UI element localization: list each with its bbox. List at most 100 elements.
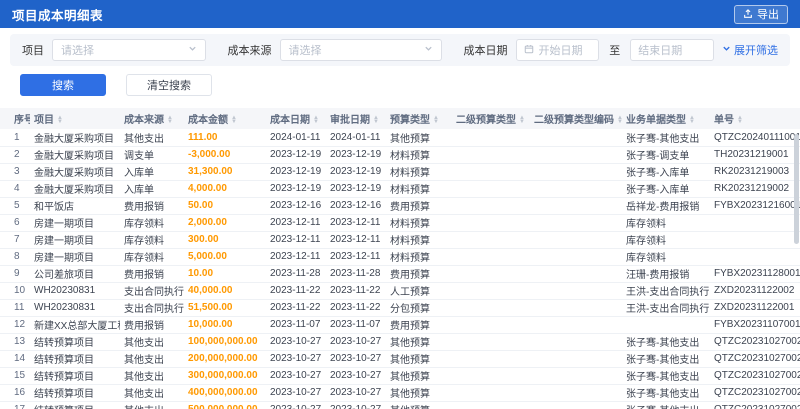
table-cell: 张子骞-其他支出 xyxy=(622,129,710,147)
clear-search-button[interactable]: 清空搜索 xyxy=(126,74,212,96)
sort-icon[interactable]: ▲ ▼ xyxy=(689,115,695,125)
table-header-row: 序号 项目 ▲ ▼ 成本来源 ▲ ▼ 成本金额 ▲ ▼ 成本日期 ▲ ▼ 审批日期 ▲ ▼ 预算类型 ▲ ▼ 二级预算… xyxy=(0,108,800,129)
table-row[interactable]: 12新建XX总部大厦工程二期费用报销10,000.002023-11-07202… xyxy=(0,316,800,334)
table-cell xyxy=(530,350,622,368)
search-button[interactable]: 搜索 xyxy=(20,74,106,96)
chevron-down-icon xyxy=(722,44,731,56)
table-cell: 分包预算 xyxy=(386,299,452,317)
column-header-9[interactable]: 业务单据类型 ▲ ▼ xyxy=(622,108,710,129)
sort-icon[interactable]: ▲ ▼ xyxy=(313,115,319,125)
table-row[interactable]: 14 结转预算项目 其他支出 200,000,000.00 2023-10-27 2023… xyxy=(0,350,800,368)
table-row[interactable]: 2 金融大厦采购项目 调支单 -3,000.00 2023-12-19 2023-12-1… xyxy=(0,146,800,164)
vertical-scrollbar[interactable] xyxy=(794,134,799,244)
table-cell xyxy=(530,316,622,334)
table-row[interactable]: 1 金融大厦采购项目 其他支出 111.00 2024-01-11 2024-01-11 其… xyxy=(0,129,800,147)
table-cell: 2,000.00 xyxy=(184,214,266,232)
calendar-icon xyxy=(524,44,534,57)
table-cell: 2023-12-19 xyxy=(266,163,326,181)
table-cell xyxy=(452,163,530,181)
table-row[interactable]: 13 结转预算项目 其他支出 100,000,000.00 2023-10-27 2023… xyxy=(0,333,800,351)
cost-source-select[interactable]: 请选择 xyxy=(279,39,442,61)
table-cell xyxy=(530,248,622,266)
table-cell: 31,300.00 xyxy=(184,163,266,181)
table-cell: 金融大厦采购项目 xyxy=(30,129,120,147)
table-cell xyxy=(452,367,530,385)
table-cell: 2023-12-16 xyxy=(326,197,386,215)
column-header-3[interactable]: 成本金额 ▲ ▼ xyxy=(184,108,266,129)
sort-icon[interactable]: ▲ ▼ xyxy=(433,115,439,125)
table-cell: 2023-10-27 xyxy=(266,350,326,368)
table-cell: 5,000.00 xyxy=(184,248,266,266)
table-cell xyxy=(530,282,622,300)
table-cell: 汪珊-费用报销 xyxy=(622,265,710,283)
column-header-10[interactable]: 单号 ▲ ▼ xyxy=(710,108,800,129)
table-row[interactable]: 6 房建一期项目 库存领料 2,000.00 2023-12-11 2023-12-11 材… xyxy=(0,214,800,232)
project-select[interactable]: 请选择 xyxy=(52,39,206,61)
table-row[interactable]: 11 WH20230831 支出合同执行 51,500.00 2023-11-22 202… xyxy=(0,299,800,317)
column-header-label: 二级预算类型编码 xyxy=(534,115,614,126)
table-cell: 其他预算 xyxy=(386,367,452,385)
sort-icon[interactable]: ▲ ▼ xyxy=(231,115,237,125)
table-row[interactable]: 4 金融大厦采购项目 入库单 4,000.00 2023-12-19 2023-12-19… xyxy=(0,180,800,198)
sort-icon[interactable]: ▲ ▼ xyxy=(373,115,379,125)
table-cell xyxy=(530,163,622,181)
table-cell: 2023-12-19 xyxy=(326,180,386,198)
column-header-4[interactable]: 成本日期 ▲ ▼ xyxy=(266,108,326,129)
sort-icon[interactable]: ▲ ▼ xyxy=(737,115,743,125)
table-cell: 其他预算 xyxy=(386,333,452,351)
table-cell: 40,000.00 xyxy=(184,282,266,300)
table-cell: 张子骞-调支单 xyxy=(622,146,710,164)
expand-filters-link[interactable]: 展开筛选 xyxy=(722,42,778,58)
table-row[interactable]: 3 金融大厦采购项目 入库单 31,300.00 2023-12-19 2023-12-1… xyxy=(0,163,800,181)
table-row[interactable]: 5 和平饭店 费用报销 50.00 2023-12-16 2023-12-16 费用预算 岳祥… xyxy=(0,197,800,215)
table-cell: 8 xyxy=(0,248,30,266)
export-button[interactable]: 导出 xyxy=(734,4,788,24)
table-cell: WH20230831 xyxy=(30,299,120,317)
table-cell: 其他支出 xyxy=(120,350,184,368)
start-date-input[interactable]: 开始日期 xyxy=(515,39,600,61)
chevron-down-icon xyxy=(424,44,433,56)
table-row[interactable]: 10 WH20230831 支出合同执行 40,000.00 2023-11-22 202… xyxy=(0,282,800,300)
table-cell: 2023-12-19 xyxy=(326,163,386,181)
table-cell: QTZC20231027002 xyxy=(710,350,800,368)
table-cell: 2023-11-22 xyxy=(266,299,326,317)
table-cell xyxy=(530,146,622,164)
table-cell: 费用报销 xyxy=(120,316,184,334)
table-cell: 17 xyxy=(0,401,30,409)
table-cell xyxy=(530,129,622,147)
sort-icon[interactable]: ▲ ▼ xyxy=(519,115,525,125)
table-row[interactable]: 7 房建一期项目 库存领料 300.00 2023-12-11 2023-12-11 材料预… xyxy=(0,231,800,249)
table-cell: QTZC20240111001 xyxy=(710,129,800,147)
table-cell: 房建一期项目 xyxy=(30,231,120,249)
sort-icon[interactable]: ▲ ▼ xyxy=(167,115,173,125)
table-cell xyxy=(530,231,622,249)
table-cell: 300,000,000.00 xyxy=(184,367,266,385)
column-header-8[interactable]: 二级预算类型编码 ▲ ▼ xyxy=(530,108,622,129)
table-cell: 2023-11-22 xyxy=(326,299,386,317)
table-cell: QTZC20231027002 xyxy=(710,384,800,402)
table-row[interactable]: 16 结转预算项目 其他支出 400,000,000.00 2023-10-27 2023… xyxy=(0,384,800,402)
column-header-7[interactable]: 二级预算类型 ▲ ▼ xyxy=(452,108,530,129)
table-cell: 2023-12-11 xyxy=(266,231,326,249)
source-filter-label: 成本来源 xyxy=(227,45,272,57)
table-cell: 200,000,000.00 xyxy=(184,350,266,368)
table-cell: 2023-10-27 xyxy=(326,350,386,368)
table-row[interactable]: 17结转预算项目其他支出500,000,000.002023-10-272023… xyxy=(0,401,800,409)
table-row[interactable]: 8 房建一期项目 库存领料 5,000.00 2023-12-11 2023-12-11 材… xyxy=(0,248,800,266)
sort-icon[interactable]: ▲ ▼ xyxy=(57,115,63,125)
table-row[interactable]: 15 结转预算项目 其他支出 300,000,000.00 2023-10-27 2023… xyxy=(0,367,800,385)
column-header-2[interactable]: 成本来源 ▲ ▼ xyxy=(120,108,184,129)
table-cell: 材料预算 xyxy=(386,180,452,198)
sort-icon[interactable]: ▲ ▼ xyxy=(617,115,622,125)
table-cell: RK20231219003 xyxy=(710,163,800,181)
column-header-1[interactable]: 项目 ▲ ▼ xyxy=(30,108,120,129)
table-cell: 和平饭店 xyxy=(30,197,120,215)
table-row[interactable]: 9 公司差旅项目 费用报销 10.00 2023-11-28 2023-11-28 费用预算… xyxy=(0,265,800,283)
end-date-input[interactable]: 结束日期 xyxy=(630,39,714,61)
table-cell xyxy=(530,384,622,402)
column-header-5[interactable]: 审批日期 ▲ ▼ xyxy=(326,108,386,129)
table-cell: 结转预算项目 xyxy=(30,333,120,351)
column-header-6[interactable]: 预算类型 ▲ ▼ xyxy=(386,108,452,129)
table-cell: 2023-10-27 xyxy=(326,384,386,402)
table-cell: 2023-11-22 xyxy=(266,282,326,300)
